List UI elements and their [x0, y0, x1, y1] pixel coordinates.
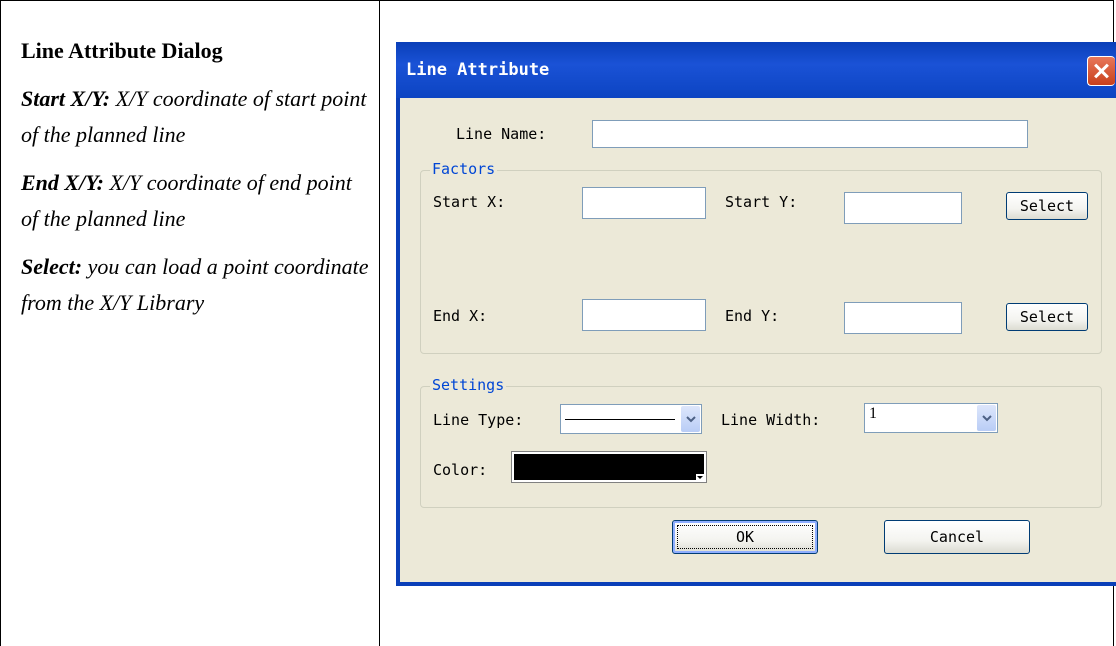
chevron-down-icon[interactable] [681, 406, 700, 432]
line-name-label: Line Name: [456, 125, 547, 143]
ok-button[interactable]: OK [672, 520, 818, 554]
settings-group-title: Settings [430, 376, 507, 394]
description-title: Line Attribute Dialog [21, 38, 223, 63]
dialog-titlebar[interactable]: Line Attribute [396, 42, 1116, 98]
line-name-input[interactable] [592, 120, 1028, 148]
cancel-button-label: Cancel [929, 528, 985, 546]
color-picker[interactable] [511, 451, 707, 483]
color-label: Color: [433, 461, 488, 479]
line-attribute-dialog: Line Attribute Line Name: Factors Start … [396, 42, 1116, 586]
description-end-xy: End X/Y: X/Y coordinate of end point of … [21, 165, 371, 237]
dialog-title: Line Attribute [406, 60, 550, 80]
settings-groupbox [420, 386, 1102, 508]
factors-group-title: Factors [430, 160, 498, 178]
end-y-label: End Y: [725, 307, 780, 325]
line-width-label: Line Width: [721, 411, 821, 429]
line-type-sample [565, 419, 675, 420]
start-x-input[interactable] [582, 187, 706, 219]
dialog-client-area: Line Name: Factors Start X: Start Y: Sel… [400, 98, 1116, 582]
description-term: End X/Y: [21, 170, 104, 195]
end-y-input[interactable] [844, 302, 962, 334]
dropdown-arrow-icon [696, 474, 704, 480]
start-y-label: Start Y: [725, 193, 798, 211]
select-start-button-label: Select [1019, 197, 1075, 215]
description-start-xy: Start X/Y: X/Y coordinate of start point… [21, 81, 371, 153]
line-width-select[interactable]: 1 [864, 403, 998, 433]
select-end-button[interactable]: Select [1006, 303, 1088, 331]
start-x-label: Start X: [433, 193, 506, 211]
description-select: Select: you can load a point coordinate … [21, 249, 371, 321]
line-type-label: Line Type: [433, 411, 524, 429]
focus-rectangle [677, 525, 813, 549]
table-column-divider [379, 0, 380, 646]
chevron-down-icon[interactable] [977, 405, 996, 431]
select-end-button-label: Select [1019, 308, 1075, 326]
close-icon[interactable] [1087, 56, 1115, 86]
select-start-button[interactable]: Select [1006, 192, 1088, 220]
description-term: Select: [21, 254, 83, 279]
end-x-label: End X: [433, 307, 488, 325]
description-cell: Line Attribute Dialog Start X/Y: X/Y coo… [21, 33, 371, 333]
line-type-select[interactable] [560, 404, 702, 434]
start-y-input[interactable] [844, 192, 962, 224]
line-width-value: 1 [869, 405, 877, 422]
cancel-button[interactable]: Cancel [884, 520, 1030, 554]
end-x-input[interactable] [582, 299, 706, 331]
description-term: Start X/Y: [21, 86, 111, 111]
